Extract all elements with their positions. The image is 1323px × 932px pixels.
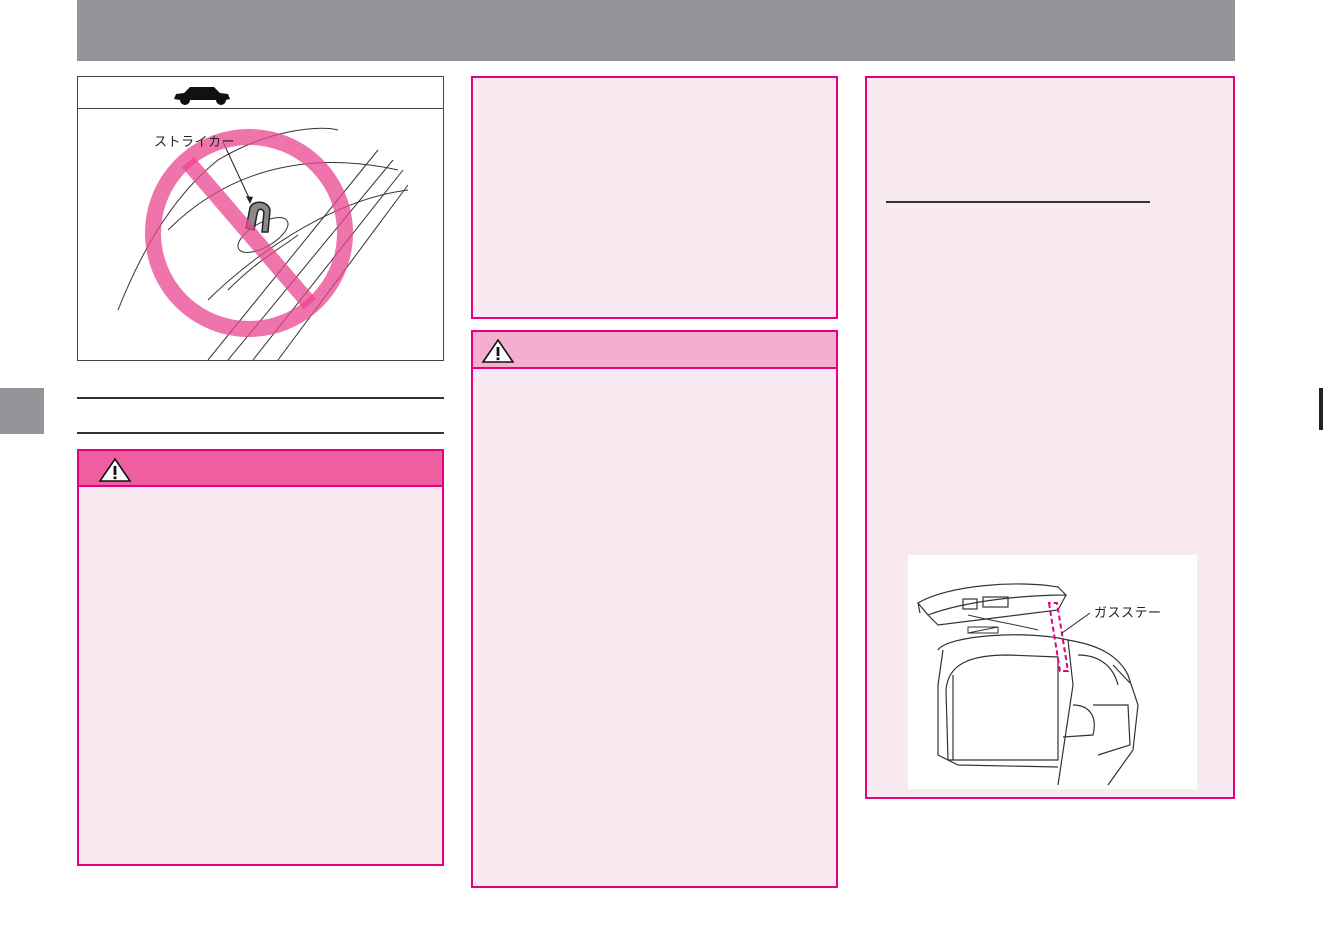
caution-header [473,332,836,369]
striker-label: ストライカー [154,135,236,150]
caution-box-middle [471,330,838,888]
caution-box-left [77,449,444,866]
gas-stay-figure: ガスステー [908,555,1197,789]
section-rule-bottom [77,432,444,434]
info-box-right: ガスステー [865,76,1235,799]
section-rule-top [77,397,444,399]
chapter-side-tab [0,388,44,434]
liftgate-illustration [917,583,1139,786]
gas-stay-label: ガスステー [1094,606,1162,621]
striker-illustration [117,127,409,360]
page-edge-mark [1319,388,1323,430]
page-header-bar [77,0,1235,61]
figure-header [78,77,443,109]
caution-header [79,451,442,487]
warning-triangle-icon [481,338,515,363]
heading-underline [886,201,1150,203]
striker-figure: ストライカー [77,76,444,361]
prohibition-circle-icon [145,129,353,337]
car-silhouette-icon [174,87,230,105]
warning-triangle-icon [98,457,132,482]
note-box [471,76,838,319]
